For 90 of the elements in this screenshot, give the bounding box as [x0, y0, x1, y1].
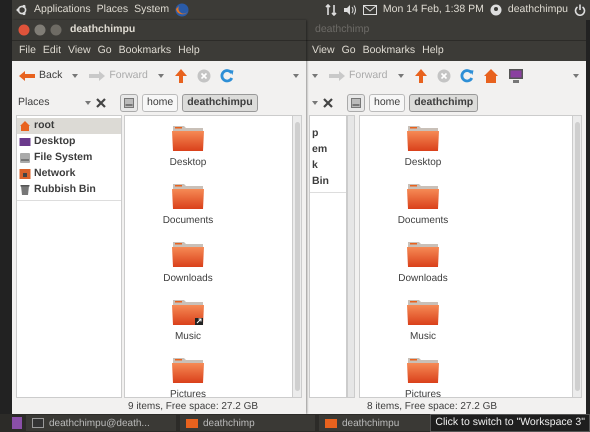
folder-label[interactable]: Pictures — [404, 387, 442, 397]
arrow-right-icon — [328, 70, 346, 82]
arrow-right-icon — [88, 70, 106, 82]
close-icon[interactable] — [323, 98, 333, 108]
sidebar-item[interactable]: em — [310, 142, 346, 158]
maximize-icon[interactable] — [50, 24, 62, 36]
network-icon — [19, 168, 31, 180]
network-arrows-icon[interactable] — [324, 4, 337, 16]
sidebar-item[interactable]: p — [310, 126, 346, 142]
folder-label[interactable]: Documents — [162, 213, 214, 228]
ubuntu-logo-icon[interactable] — [16, 4, 28, 16]
folder-label[interactable]: Desktop — [170, 155, 206, 170]
sidebar-item[interactable]: Rubbish Bin — [17, 182, 121, 198]
house-icon[interactable] — [482, 68, 499, 84]
caret-down-icon[interactable] — [84, 100, 92, 106]
sidebar-item[interactable]: Desktop — [17, 134, 121, 150]
menu-item[interactable]: Bookmarks — [362, 43, 416, 59]
path-button[interactable]: home — [142, 94, 178, 112]
taskbar-button[interactable]: deathchimpu@death... — [26, 415, 176, 431]
caret-down-icon[interactable] — [572, 73, 580, 79]
volume-icon[interactable] — [342, 4, 357, 16]
scrollbar[interactable] — [347, 115, 355, 398]
user-name[interactable]: deathchimpu — [508, 2, 568, 18]
sidebar-item[interactable]: Bin — [310, 174, 346, 190]
desktop-icon — [19, 136, 31, 148]
drive-icon — [351, 98, 361, 108]
drive-icon — [124, 98, 134, 108]
reload-icon[interactable] — [220, 69, 234, 83]
browser-globe-icon[interactable] — [175, 3, 190, 17]
caret-down-icon — [156, 73, 165, 79]
taskbar-button[interactable]: deathchimp — [180, 415, 315, 431]
minimize-icon[interactable] — [34, 24, 46, 36]
menu-item[interactable]: View — [312, 43, 335, 59]
sidebar-title[interactable]: Places — [18, 95, 80, 111]
folder-icon — [186, 418, 198, 428]
arrow-up-icon[interactable] — [414, 68, 428, 84]
folder-icon — [325, 418, 337, 428]
folder-label[interactable]: Downloads — [163, 271, 213, 286]
folder-label[interactable]: Downloads — [398, 271, 448, 286]
panel-menu[interactable]: Places — [96, 2, 128, 18]
folder-label[interactable]: Music — [174, 329, 202, 344]
folder-label[interactable]: Desktop — [404, 155, 442, 170]
drive-button[interactable] — [347, 94, 365, 112]
status-text: 8 items, Free space: 27.2 GB — [367, 400, 498, 414]
reload-icon[interactable] — [460, 69, 474, 83]
folder-icon[interactable] — [171, 298, 205, 326]
path-button[interactable]: home — [369, 94, 406, 112]
back-button[interactable]: Back — [18, 68, 62, 84]
status-text: 9 items, Free space: 27.2 GB — [128, 400, 258, 414]
menu-item[interactable]: Edit — [42, 43, 62, 59]
house-icon — [19, 120, 31, 132]
path-button[interactable]: deathchimp — [409, 94, 478, 112]
arrow-left-icon — [18, 70, 36, 82]
sidebar-item[interactable]: k — [310, 158, 346, 174]
menu-item[interactable]: Go — [342, 43, 356, 59]
caret-down-icon[interactable] — [292, 73, 300, 79]
path-button[interactable]: deathchimpu — [182, 94, 258, 112]
close-icon[interactable] — [96, 98, 106, 108]
sidebar-item[interactable]: root — [17, 118, 121, 134]
drive-button[interactable] — [120, 94, 138, 112]
drive-icon — [19, 152, 31, 164]
menu-item[interactable]: Help — [422, 43, 444, 59]
folder-label[interactable]: Pictures — [170, 387, 206, 397]
menu-item[interactable]: Bookmarks — [118, 43, 172, 59]
sidebar-item[interactable]: Network — [17, 166, 121, 182]
menu-item[interactable]: Help — [178, 43, 200, 59]
scrollbar[interactable] — [292, 116, 301, 397]
sidebar-item[interactable]: File System — [17, 150, 121, 166]
clock[interactable]: Mon 14 Feb, 1:38 PM — [382, 2, 484, 18]
tooltip: Click to switch to "Workspace 3" — [430, 414, 590, 432]
panel-menu[interactable]: System — [134, 2, 170, 18]
caret-down-icon — [396, 73, 405, 79]
menu-item[interactable]: Go — [98, 43, 112, 59]
mail-icon[interactable] — [362, 5, 377, 15]
scrollbar[interactable] — [572, 116, 581, 397]
caret-down-icon — [71, 73, 80, 79]
caret-down-icon[interactable] — [311, 100, 319, 106]
folder-label[interactable]: Documents — [398, 213, 448, 228]
window-title: deathchimpu — [70, 22, 136, 38]
caret-down-icon[interactable] — [311, 73, 319, 79]
menu-item[interactable]: View — [68, 43, 91, 59]
folder-label[interactable]: Music — [410, 329, 436, 344]
terminal-icon — [32, 418, 44, 428]
menu-item[interactable]: File — [19, 43, 36, 59]
arrow-up-icon[interactable] — [174, 68, 188, 84]
trash-icon — [19, 184, 31, 196]
user-icon[interactable] — [490, 4, 502, 16]
monitor-icon[interactable] — [508, 68, 524, 84]
panel-menu[interactable]: Applications — [34, 2, 91, 18]
power-icon[interactable] — [574, 4, 586, 16]
